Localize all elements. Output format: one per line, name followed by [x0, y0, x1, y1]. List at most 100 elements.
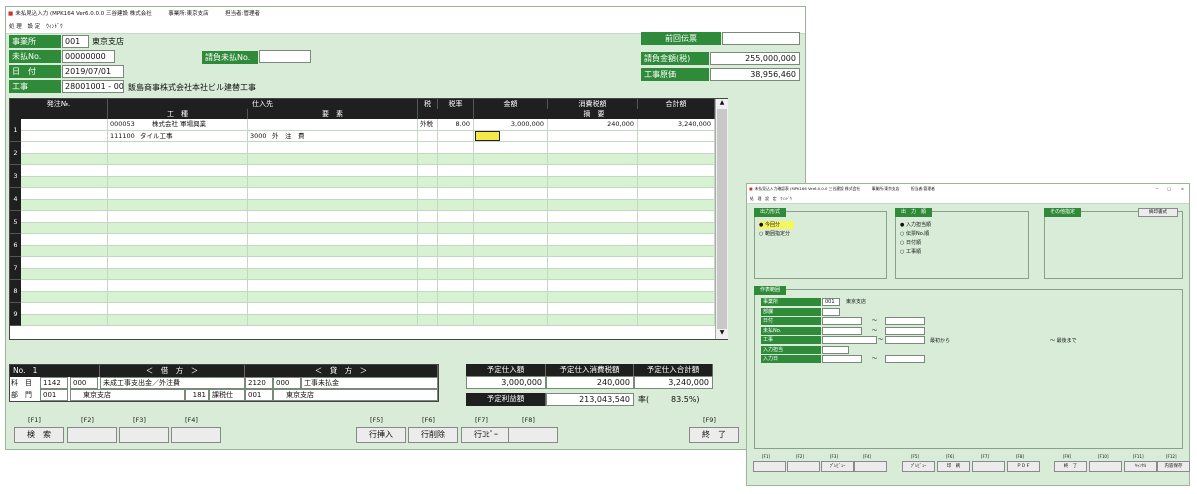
grid-cell[interactable]: [438, 153, 474, 165]
scroll-up-icon[interactable]: ▲: [716, 99, 728, 109]
element-name[interactable]: 外 注 費: [270, 131, 390, 142]
grid-cell[interactable]: [248, 153, 418, 165]
grid-cell[interactable]: [108, 142, 248, 154]
grid-cell[interactable]: [418, 153, 438, 165]
grid-cell[interactable]: [438, 257, 474, 269]
grid-cell[interactable]: [638, 245, 715, 257]
grid-cell[interactable]: [248, 314, 418, 326]
grid-cell[interactable]: [638, 268, 715, 280]
report-fkey-button-f11[interactable]: ｷｬﾝｾﾙ: [1124, 461, 1157, 472]
grid-cell[interactable]: [418, 314, 438, 326]
debit-dept-code[interactable]: 001: [40, 389, 68, 401]
grid-cell[interactable]: [108, 222, 248, 234]
grid-cell[interactable]: [21, 314, 108, 326]
grid-cell[interactable]: [474, 176, 548, 188]
tax-rate[interactable]: 8.00: [438, 119, 472, 130]
minimize-icon[interactable]: －: [1155, 184, 1159, 194]
grid-cell[interactable]: [21, 130, 108, 142]
grid-cell[interactable]: [438, 211, 474, 223]
vendor-name[interactable]: 株式会社 軍場興業: [150, 119, 250, 130]
grid-cell[interactable]: [638, 142, 715, 154]
report-fkey-button-f6[interactable]: 印 刷: [937, 461, 970, 472]
debit-code[interactable]: 1142: [40, 377, 68, 389]
grid-cell[interactable]: [21, 165, 108, 177]
fkey-button-f3[interactable]: [119, 427, 169, 443]
tax-amount[interactable]: 240,000: [548, 119, 636, 130]
grid-cell[interactable]: [638, 165, 715, 177]
fkey-button-f1[interactable]: 検 索: [14, 427, 64, 443]
grid-cell[interactable]: [418, 291, 438, 303]
grid-cell[interactable]: [108, 211, 248, 223]
miharai-no-field[interactable]: 00000000: [62, 50, 115, 63]
grid-cell[interactable]: [418, 176, 438, 188]
grid-cell[interactable]: [418, 165, 438, 177]
grid-cell[interactable]: [638, 280, 715, 292]
grid-cell[interactable]: [248, 165, 418, 177]
debit-sub[interactable]: 000: [70, 377, 98, 389]
grid-cell[interactable]: [548, 199, 638, 211]
grid-cell[interactable]: [418, 280, 438, 292]
grid-cell[interactable]: [438, 130, 474, 142]
grid-cell[interactable]: [248, 199, 418, 211]
grid-cell[interactable]: [418, 268, 438, 280]
menu-window[interactable]: ｳｨﾝﾄﾞｳ: [46, 24, 63, 30]
fkey-button-f5[interactable]: 行挿入: [356, 427, 406, 443]
grid-cell[interactable]: [438, 222, 474, 234]
grid-cell[interactable]: [548, 211, 638, 223]
tax-code[interactable]: 181: [185, 389, 209, 401]
grid-cell[interactable]: [418, 211, 438, 223]
grid-cell[interactable]: [474, 222, 548, 234]
menu-settings2[interactable]: 定: [35, 24, 41, 30]
grid-cell[interactable]: [638, 130, 715, 142]
grid-cell[interactable]: [108, 176, 248, 188]
range-date-to[interactable]: [885, 317, 925, 325]
grid-cell[interactable]: [438, 165, 474, 177]
grid-cell[interactable]: [548, 257, 638, 269]
fkey-button-f4[interactable]: [171, 427, 221, 443]
grid-cell[interactable]: [418, 142, 438, 154]
range-inputdate-from[interactable]: [822, 355, 862, 363]
grid-scrollbar[interactable]: ▲ ▼: [715, 99, 728, 339]
grid-cell[interactable]: [548, 291, 638, 303]
grid-cell[interactable]: [108, 303, 248, 315]
grid-cell[interactable]: [638, 199, 715, 211]
vendor-code[interactable]: 000053: [108, 119, 144, 130]
grid-cell[interactable]: [438, 199, 474, 211]
grid-cell[interactable]: [548, 245, 638, 257]
grid-cell[interactable]: [438, 245, 474, 257]
grid-cell[interactable]: [418, 245, 438, 257]
report-fkey-button-f8[interactable]: ＰＤＦ: [1007, 461, 1040, 472]
grid-cell[interactable]: [438, 280, 474, 292]
tax-type[interactable]: 外税: [418, 119, 438, 130]
ukeoi-no-field[interactable]: [259, 50, 311, 63]
fkey-button-f9[interactable]: 終 了: [689, 427, 739, 443]
grid-cell[interactable]: [248, 257, 418, 269]
jigyosho-code-field[interactable]: 001: [62, 35, 89, 48]
grid-cell[interactable]: [438, 176, 474, 188]
fkey-button-f2[interactable]: [67, 427, 117, 443]
option-current[interactable]: ● 今回分: [759, 221, 794, 229]
range-koji-from[interactable]: [822, 336, 877, 344]
grid-cell[interactable]: [474, 199, 548, 211]
grid-cell[interactable]: [21, 211, 108, 223]
koji-code-field[interactable]: 28001001 - 00: [62, 80, 124, 93]
grid-cell[interactable]: [418, 234, 438, 246]
grid-cell[interactable]: [248, 222, 418, 234]
grid-cell[interactable]: [548, 153, 638, 165]
grid-cell[interactable]: [638, 314, 715, 326]
grid-cell[interactable]: [21, 280, 108, 292]
grid-cell[interactable]: [474, 280, 548, 292]
grid-cell[interactable]: [248, 291, 418, 303]
range-staff-field[interactable]: [822, 345, 849, 354]
grid-cell[interactable]: [248, 268, 418, 280]
order-koji[interactable]: ○ 工事順: [900, 248, 921, 256]
option-range[interactable]: ○ 範囲指定分: [759, 230, 790, 238]
grid-cell[interactable]: [21, 291, 108, 303]
grid-cell[interactable]: [108, 314, 248, 326]
grid-cell[interactable]: [418, 130, 438, 142]
report-fkey-button-f9[interactable]: 終 了: [1054, 461, 1087, 472]
grid-cell[interactable]: [21, 176, 108, 188]
grid-cell[interactable]: [638, 222, 715, 234]
grid-cell[interactable]: [248, 280, 418, 292]
grid-cell[interactable]: [21, 199, 108, 211]
